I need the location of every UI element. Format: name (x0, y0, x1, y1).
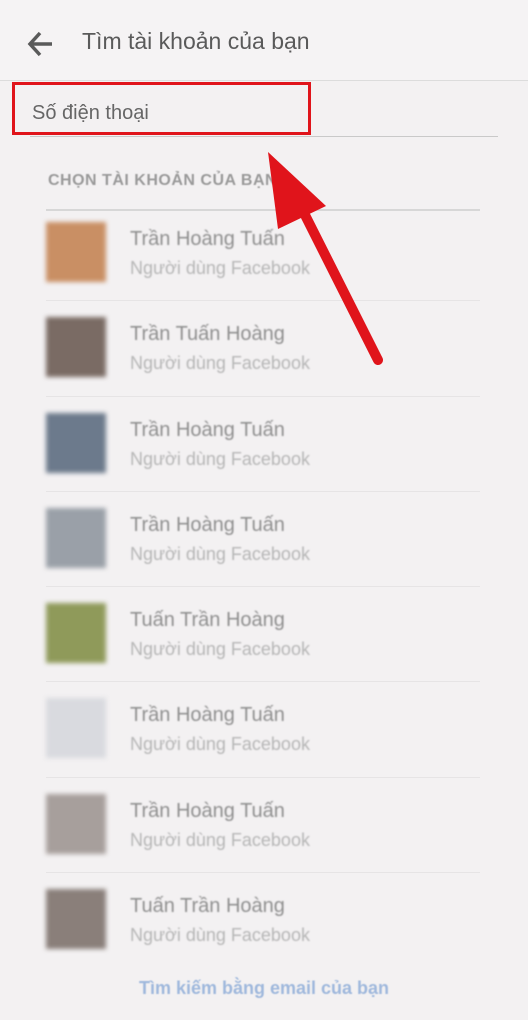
account-subtitle: Người dùng Facebook (130, 258, 310, 278)
account-name: Tuấn Trần Hoàng (130, 895, 285, 918)
account-row[interactable]: Tuấn Trần Hoàng Người dùng Facebook (0, 587, 528, 683)
app-header: Tìm tài khoản của bạn (0, 0, 528, 81)
avatar (46, 222, 106, 282)
account-name: Trần Hoàng Tuấn (130, 704, 285, 727)
search-by-email-link[interactable]: Tìm kiếm bằng email của bạn (0, 978, 528, 999)
avatar (46, 698, 106, 759)
account-subtitle: Người dùng Facebook (130, 734, 310, 755)
account-row[interactable]: Trần Hoàng Tuấn Người dùng Facebook (0, 778, 528, 874)
account-name: Trần Hoàng Tuấn (130, 513, 285, 536)
account-row[interactable]: Trần Hoàng Tuấn Người dùng Facebook (0, 682, 528, 778)
account-name: Trần Hoàng Tuấn (130, 418, 285, 441)
account-subtitle: Người dùng Facebook (130, 448, 310, 469)
account-name: Tuấn Trần Hoàng (130, 609, 285, 632)
arrow-left-icon (27, 31, 52, 57)
avatar (46, 603, 106, 664)
account-row[interactable]: Trần Tuấn Hoàng Người dùng Facebook (0, 301, 528, 397)
avatar (46, 412, 106, 473)
avatar (46, 793, 106, 854)
account-subtitle: Người dùng Facebook (130, 639, 310, 660)
phone-input[interactable] (30, 94, 474, 132)
avatar (46, 889, 106, 950)
back-button[interactable] (26, 30, 56, 58)
account-name: Trần Hoàng Tuấn (130, 799, 285, 822)
account-row[interactable]: Trần Hoàng Tuấn Người dùng Facebook (0, 492, 528, 588)
account-subtitle: Người dùng Facebook (130, 543, 310, 564)
page-title: Tìm tài khoản của bạn (82, 28, 310, 54)
avatar (46, 507, 106, 568)
phone-search-field[interactable] (30, 88, 498, 137)
account-subtitle: Người dùng Facebook (130, 829, 310, 850)
account-name: Trần Tuấn Hoàng (130, 323, 285, 346)
account-row[interactable]: Tuấn Trần Hoàng Người dùng Facebook (0, 873, 528, 968)
account-row[interactable]: Trần Hoàng Tuấn Người dùng Facebook (0, 397, 528, 492)
account-subtitle: Người dùng Facebook (130, 925, 310, 946)
account-list: Trần Hoàng Tuấn Người dùng Facebook Trần… (0, 206, 528, 968)
account-row[interactable]: Trần Hoàng Tuấn Người dùng Facebook (0, 206, 528, 302)
list-title: CHỌN TÀI KHOẢN CỦA BẠN (48, 172, 278, 189)
avatar (46, 317, 106, 378)
account-name: Trần Hoàng Tuấn (130, 228, 285, 250)
account-subtitle: Người dùng Facebook (130, 353, 310, 374)
